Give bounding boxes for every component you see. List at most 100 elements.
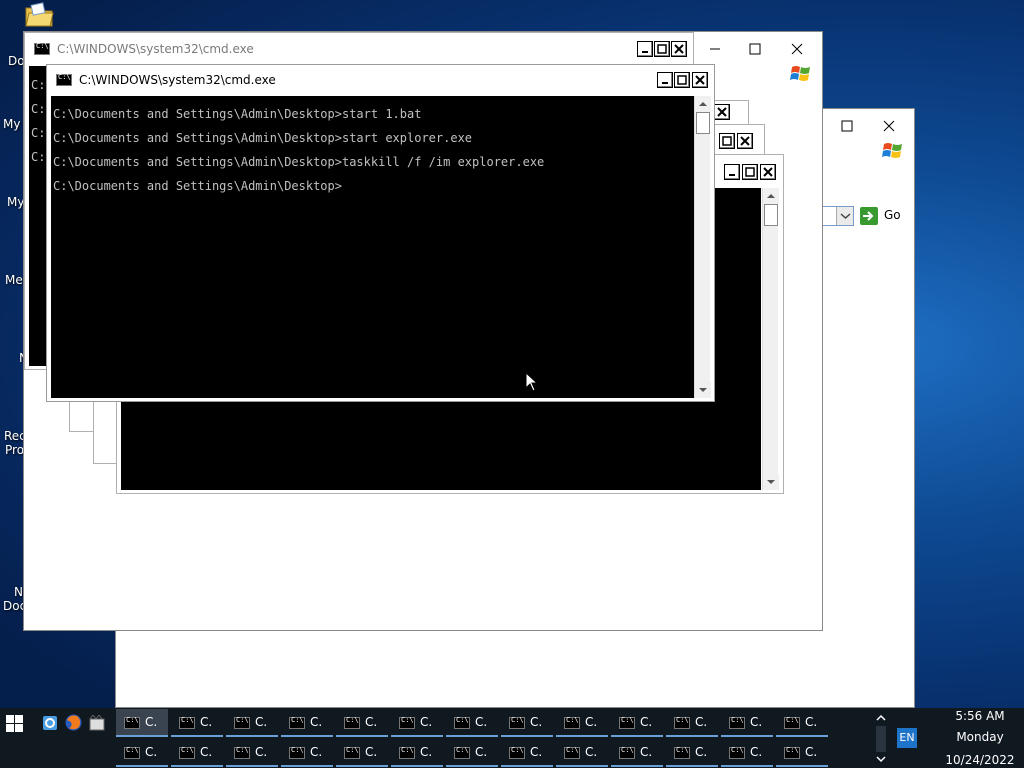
taskbar-button-label: C. xyxy=(475,745,488,759)
start-windows-icon[interactable] xyxy=(6,715,23,732)
media-player-icon[interactable] xyxy=(89,715,105,731)
scroll-thumb[interactable] xyxy=(764,204,778,226)
close-button[interactable] xyxy=(714,104,730,120)
taskbar-cmd-button[interactable]: C. xyxy=(666,709,718,737)
taskbar-cmd-button[interactable]: C. xyxy=(391,709,443,737)
console-output[interactable]: C:\Documents and Settings\Admin\Desktop>… xyxy=(51,96,694,398)
taskbar-cmd-button[interactable]: C. xyxy=(171,709,223,737)
taskbar-cmd-button[interactable]: C. xyxy=(666,739,718,767)
taskbar-button-label: C. xyxy=(145,715,158,729)
window-title: C:\WINDOWS\system32\cmd.exe xyxy=(79,73,276,87)
taskbar-cmd-button[interactable]: C. xyxy=(336,739,388,767)
taskbar-cmd-button[interactable]: C. xyxy=(281,739,333,767)
desktop-icon-label[interactable]: My xyxy=(3,117,20,131)
taskbar-cmd-button[interactable]: C. xyxy=(226,739,278,767)
scroll-down-arrow-icon[interactable] xyxy=(763,474,779,490)
minimize-button[interactable] xyxy=(724,164,740,180)
clock-date[interactable]: 10/24/2022 xyxy=(940,753,1020,767)
taskbar-button-label: C. xyxy=(420,745,433,759)
maximize-button[interactable] xyxy=(732,34,778,64)
taskbar-button-label: C. xyxy=(695,745,708,759)
chevron-down-icon[interactable] xyxy=(874,752,888,766)
taskbar-cmd-button[interactable]: C. xyxy=(446,709,498,737)
taskbar-button-label: C. xyxy=(530,745,543,759)
taskbar-cmd-button[interactable]: C. xyxy=(611,709,663,737)
folder-icon[interactable] xyxy=(24,2,54,28)
taskbar-button-label: C. xyxy=(695,715,708,729)
vertical-scrollbar[interactable] xyxy=(694,96,711,398)
taskbar-button-label: C. xyxy=(640,745,653,759)
taskbar-cmd-button[interactable]: C. xyxy=(556,709,608,737)
cmd-window-front[interactable]: C:\WINDOWS\system32\cmd.exe C:\Documents… xyxy=(46,64,715,402)
taskbar-cmd-button[interactable]: C. xyxy=(171,739,223,767)
cmd-icon xyxy=(344,716,360,729)
taskbar-button-label: C. xyxy=(805,745,818,759)
taskbar-cmd-button[interactable]: C. xyxy=(226,709,278,737)
close-button[interactable] xyxy=(737,133,753,149)
cmd-icon xyxy=(344,746,360,759)
cmd-icon xyxy=(289,746,305,759)
cmd-window-front-titlebar[interactable]: C:\WINDOWS\system32\cmd.exe xyxy=(47,65,714,95)
cmd-icon xyxy=(619,716,635,729)
chevron-up-icon[interactable] xyxy=(874,711,888,725)
taskbar-cmd-button[interactable]: C. xyxy=(336,709,388,737)
taskbar-cmd-button[interactable]: C. xyxy=(721,739,773,767)
go-label: Go xyxy=(884,208,901,222)
close-button[interactable] xyxy=(774,34,820,64)
taskbar-cmd-button[interactable]: C. xyxy=(501,739,553,767)
cmd-icon xyxy=(674,746,690,759)
clock-day[interactable]: Monday xyxy=(940,730,1020,744)
close-button[interactable] xyxy=(671,41,687,57)
cmd-icon xyxy=(509,716,525,729)
taskbar-cmd-button[interactable]: C. xyxy=(556,739,608,767)
maximize-button[interactable] xyxy=(674,72,690,88)
desktop-icon-label[interactable]: N xyxy=(14,585,23,599)
taskbar-button-label: C. xyxy=(200,745,213,759)
windows-logo-icon xyxy=(882,143,902,158)
cmd-window-back-titlebar[interactable]: C:\WINDOWS\system32\cmd.exe xyxy=(25,33,693,65)
close-button[interactable] xyxy=(866,111,912,141)
taskbar-cmd-button[interactable]: C. xyxy=(611,739,663,767)
maximize-button[interactable] xyxy=(824,111,870,141)
desktop-icon-label[interactable]: My xyxy=(7,195,24,209)
taskbar-cmd-button[interactable]: C. xyxy=(391,739,443,767)
internet-explorer-icon[interactable] xyxy=(42,715,58,731)
close-button[interactable] xyxy=(692,72,708,88)
desktop-icon-label[interactable]: Pro xyxy=(5,443,24,457)
taskbar-cmd-button[interactable]: C. xyxy=(446,739,498,767)
maximize-button[interactable] xyxy=(742,164,758,180)
close-button[interactable] xyxy=(760,164,776,180)
desktop-icon-label[interactable]: Me xyxy=(5,273,23,287)
scroll-up-arrow-icon[interactable] xyxy=(695,96,711,112)
console-line: C: xyxy=(31,102,46,116)
vertical-scrollbar[interactable] xyxy=(762,188,779,490)
scroll-up-arrow-icon[interactable] xyxy=(763,188,779,204)
taskbar-button-label: C. xyxy=(475,715,488,729)
taskbar-cmd-button[interactable]: C. xyxy=(776,739,828,767)
go-button[interactable]: Go xyxy=(858,206,908,226)
cmd-icon xyxy=(729,746,745,759)
minimize-button[interactable] xyxy=(637,41,653,57)
cmd-icon xyxy=(234,716,250,729)
taskbar-cmd-button[interactable]: C. xyxy=(501,709,553,737)
mouse-cursor-icon xyxy=(526,373,538,392)
console-line: C:\Documents and Settings\Admin\Desktop>… xyxy=(53,107,422,121)
scroll-down-arrow-icon[interactable] xyxy=(695,382,711,398)
taskbar-cmd-button[interactable]: C. xyxy=(116,739,168,767)
minimize-button[interactable] xyxy=(657,72,673,88)
firefox-icon[interactable] xyxy=(65,714,82,731)
taskbar-cmd-button[interactable]: C. xyxy=(721,709,773,737)
taskbar-cmd-button[interactable]: C. xyxy=(116,709,168,737)
cmd-icon xyxy=(234,746,250,759)
chevron-down-icon[interactable] xyxy=(836,207,853,225)
clock-time[interactable]: 5:56 AM xyxy=(940,709,1020,723)
scroll-thumb[interactable] xyxy=(696,112,710,134)
maximize-button[interactable] xyxy=(654,41,670,57)
taskbar-button-label: C. xyxy=(640,715,653,729)
cmd-icon xyxy=(784,716,800,729)
taskbar-cmd-button[interactable]: C. xyxy=(776,709,828,737)
maximize-button[interactable] xyxy=(719,133,735,149)
taskbar-cmd-button[interactable]: C. xyxy=(281,709,333,737)
cmd-icon xyxy=(179,746,195,759)
language-indicator[interactable]: EN xyxy=(897,728,917,748)
